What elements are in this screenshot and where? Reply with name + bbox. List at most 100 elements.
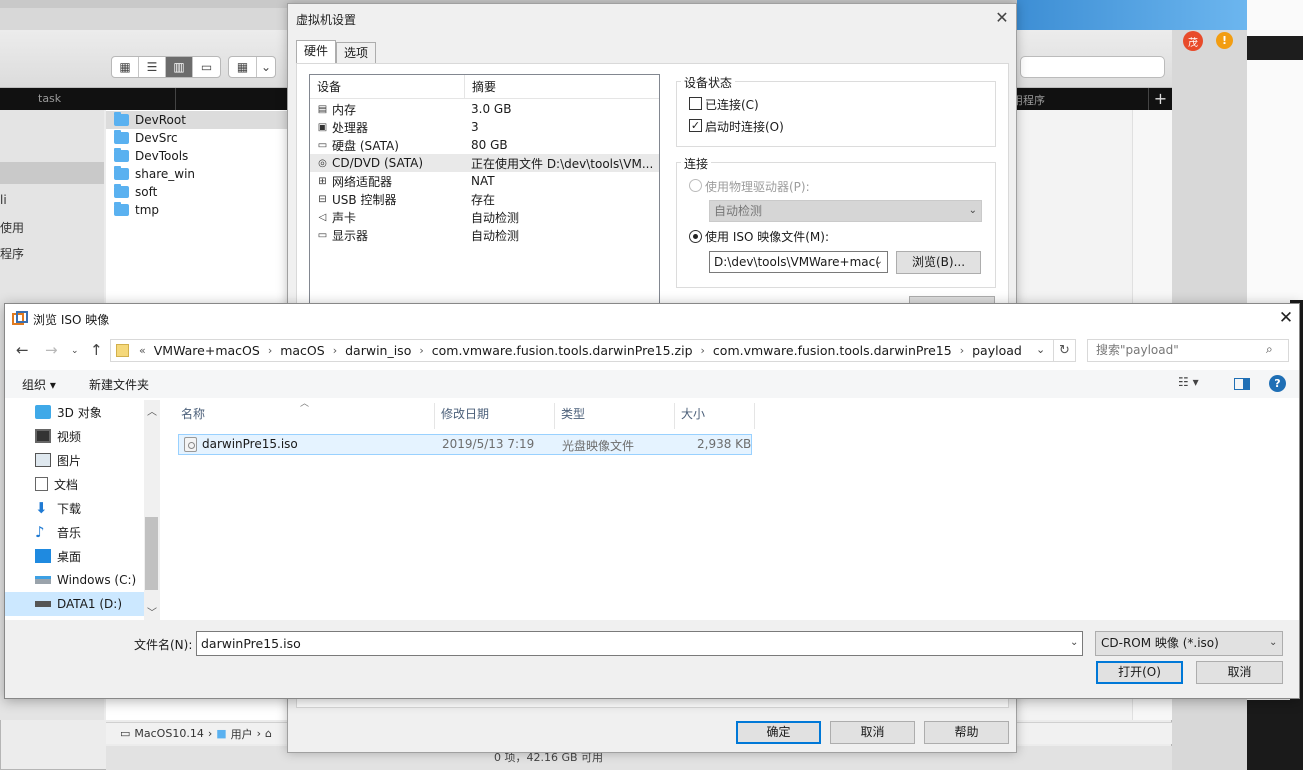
preview-pane-icon[interactable]	[1234, 378, 1250, 390]
back-arrow-icon[interactable]: ←	[16, 341, 29, 359]
grid-icon[interactable]: ▦	[229, 57, 257, 77]
chevron-right-icon[interactable]: ›	[329, 344, 341, 357]
iso-path-combo[interactable]: D:\dev\tools\VMWare+mac(⌄	[709, 251, 888, 273]
chevron-down-icon[interactable]: ﹀	[147, 604, 157, 619]
chevron-right-icon[interactable]: ›	[415, 344, 427, 357]
sidebar-item[interactable]: li	[0, 193, 7, 207]
cancel-button[interactable]: 取消	[830, 721, 915, 744]
sidebar-item[interactable]: 使用	[0, 219, 24, 236]
chevron-down-icon[interactable]: ⌄	[1070, 637, 1078, 648]
chevron-right-icon[interactable]: ›	[956, 344, 968, 357]
group-by-button[interactable]: ▦ ⌄	[228, 56, 276, 78]
connected-label[interactable]: 已连接(C)	[705, 96, 759, 113]
table-row[interactable]: ▭ 硬盘 (SATA) 80 GB	[310, 136, 659, 154]
list-item[interactable]: DevRoot	[106, 111, 292, 129]
breadcrumb-item[interactable]: darwin_iso	[341, 343, 415, 358]
column-view-icon[interactable]: ▥	[166, 57, 193, 77]
nav-item-documents[interactable]: 文档	[5, 472, 145, 496]
finder-search-input[interactable]	[1020, 56, 1165, 78]
tab-hardware[interactable]: 硬件	[296, 40, 337, 63]
filename-input[interactable]: darwinPre15.iso	[196, 631, 1083, 656]
table-row[interactable]: ⊟ USB 控制器 存在	[310, 190, 659, 208]
view-mode-segmented[interactable]: ▦ ☰ ▥ ▭	[111, 56, 221, 78]
breadcrumb-item[interactable]: com.vmware.fusion.tools.darwinPre15	[709, 343, 956, 358]
view-options-icon[interactable]: ☷ ▾	[1178, 375, 1199, 389]
column-header-date[interactable]: 修改日期	[435, 403, 555, 429]
column-header-size[interactable]: 大小	[675, 403, 755, 429]
list-item[interactable]: tmp	[106, 201, 292, 219]
column-header-name[interactable]: 名称	[175, 403, 435, 429]
gallery-view-icon[interactable]: ▭	[193, 57, 220, 77]
physical-drive-select[interactable]: 自动检测 ⌄	[709, 200, 982, 222]
table-row[interactable]: ▣ 处理器 3	[310, 118, 659, 136]
chevron-down-icon[interactable]: ⌄	[257, 57, 275, 77]
column-header-device[interactable]: 设备	[310, 75, 465, 98]
breadcrumb-item[interactable]: payload	[968, 343, 1026, 358]
physical-drive-radio[interactable]	[689, 179, 702, 192]
nav-item-desktop[interactable]: 桌面	[5, 544, 145, 568]
up-arrow-icon[interactable]: ↑	[90, 341, 103, 359]
breadcrumb-item[interactable]: 用户	[231, 726, 253, 742]
open-button[interactable]: 打开(O)	[1096, 661, 1183, 684]
new-tab-button[interactable]: +	[1148, 88, 1172, 110]
chevron-down-icon[interactable]: ⌄	[1269, 637, 1277, 648]
nav-item-drive-c[interactable]: Windows (C:)	[5, 568, 145, 592]
list-item[interactable]: soft	[106, 183, 292, 201]
recent-chevron-icon[interactable]: ⌄	[71, 346, 79, 356]
close-icon[interactable]: ✕	[1273, 306, 1299, 330]
avatar[interactable]: 茂	[1183, 31, 1203, 51]
connect-at-power-on-label[interactable]: 启动时连接(O)	[705, 118, 784, 135]
ok-button[interactable]: 确定	[736, 721, 821, 744]
address-dropdown-icon[interactable]: ⌄	[1036, 343, 1045, 356]
close-icon[interactable]: ✕	[990, 7, 1014, 29]
refresh-icon[interactable]: ↻	[1054, 339, 1076, 362]
list-item[interactable]: share_win	[106, 165, 292, 183]
iso-file-label[interactable]: 使用 ISO 映像文件(M):	[705, 228, 829, 245]
new-folder-button[interactable]: 新建文件夹	[89, 376, 149, 393]
list-view-icon[interactable]: ☰	[139, 57, 166, 77]
chevron-right-icon[interactable]: ›	[697, 344, 709, 357]
sidebar-selected-item[interactable]	[0, 162, 104, 184]
cancel-button[interactable]: 取消	[1196, 661, 1283, 684]
sidebar-item[interactable]: 程序	[0, 245, 24, 262]
file-name[interactable]: darwinPre15.iso	[202, 437, 298, 451]
tab-options[interactable]: 选项	[336, 42, 377, 63]
table-row[interactable]: ◁ 声卡 自动检测	[310, 208, 659, 226]
iso-file-radio[interactable]	[689, 230, 702, 243]
filetype-select[interactable]: CD-ROM 映像 (*.iso)	[1095, 631, 1283, 656]
nav-item-3d-objects[interactable]: 3D 对象	[5, 400, 145, 424]
nav-item-drive-d[interactable]: DATA1 (D:)	[5, 592, 145, 616]
table-row[interactable]: ▭ 显示器 自动检测	[310, 226, 659, 244]
nav-item-music[interactable]: ♪ 音乐	[5, 520, 145, 544]
table-row[interactable]: ⊞ 网络适配器 NAT	[310, 172, 659, 190]
browse-button[interactable]: 浏览(B)...	[896, 251, 981, 274]
chevron-up-icon[interactable]: ︿	[147, 403, 157, 418]
physical-drive-label[interactable]: 使用物理驱动器(P):	[705, 178, 810, 195]
table-row[interactable]: ◎ CD/DVD (SATA) 正在使用文件 D:\dev\tools\VM...	[310, 154, 659, 172]
list-item[interactable]: DevSrc	[106, 129, 292, 147]
nav-item-videos[interactable]: 视频	[5, 424, 145, 448]
breadcrumb-item[interactable]: com.vmware.fusion.tools.darwinPre15.zip	[428, 343, 697, 358]
chevron-right-icon[interactable]: ›	[264, 344, 276, 357]
nav-item-pictures[interactable]: 图片	[5, 448, 145, 472]
help-button[interactable]: 帮助	[924, 721, 1009, 744]
address-bar[interactable]: « VMWare+macOS › macOS › darwin_iso › co…	[110, 339, 1054, 362]
icon-view-icon[interactable]: ▦	[112, 57, 139, 77]
scrollbar-thumb[interactable]	[145, 517, 158, 590]
organize-button[interactable]: 组织 ▾	[22, 376, 56, 393]
tab-task[interactable]: task	[38, 92, 61, 105]
table-row[interactable]: ▤ 内存 3.0 GB	[310, 100, 659, 118]
list-item[interactable]: DevTools	[106, 147, 292, 165]
warning-icon[interactable]: !	[1216, 32, 1233, 49]
column-header-type[interactable]: 类型	[555, 403, 675, 429]
search-input[interactable]: 搜索"payload"	[1087, 339, 1289, 362]
column-header-summary[interactable]: 摘要	[465, 75, 496, 98]
breadcrumb-item[interactable]: macOS	[276, 343, 328, 358]
help-icon[interactable]: ?	[1269, 375, 1286, 392]
forward-arrow-icon[interactable]: →	[45, 341, 58, 359]
breadcrumb-item[interactable]: VMWare+macOS	[150, 343, 264, 358]
nav-item-downloads[interactable]: ⬇ 下载	[5, 496, 145, 520]
connect-at-power-on-checkbox[interactable]: ✓	[689, 119, 702, 132]
breadcrumb-item[interactable]: MacOS10.14	[134, 727, 203, 740]
connected-checkbox[interactable]	[689, 97, 702, 110]
